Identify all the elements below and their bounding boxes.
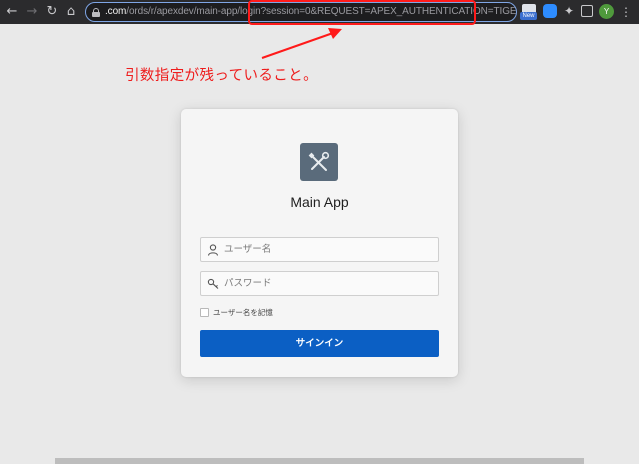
forward-icon[interactable]: → [24, 3, 40, 21]
url-highlight-box [248, 0, 476, 25]
username-field[interactable] [200, 237, 439, 262]
reload-icon[interactable]: ↻ [44, 3, 60, 21]
lock-icon[interactable] [92, 8, 100, 17]
extension-icon[interactable]: New [520, 4, 537, 20]
remember-checkbox[interactable] [200, 308, 209, 317]
new-badge: New [520, 12, 537, 20]
menu-icon[interactable]: ⋮ [620, 4, 632, 20]
profile-avatar[interactable]: Y [599, 4, 614, 19]
url-host: .com [105, 6, 127, 17]
login-card: Main App ユーザー名を記憶 サインイン [181, 109, 458, 377]
wrench-screwdriver-icon [300, 143, 338, 181]
back-icon[interactable]: ← [4, 3, 20, 21]
horizontal-scrollbar[interactable] [55, 458, 584, 464]
remember-label[interactable]: ユーザー名を記憶 [213, 307, 273, 318]
puzzle-icon[interactable]: ✦ [562, 4, 576, 18]
key-icon [207, 278, 219, 289]
username-input[interactable] [224, 238, 434, 261]
user-icon [207, 244, 219, 256]
annotation-note: 引数指定が残っていること。 [125, 68, 318, 84]
password-input[interactable] [224, 272, 434, 295]
signin-button[interactable]: サインイン [200, 330, 439, 357]
password-field[interactable] [200, 271, 439, 296]
sidebar-icon[interactable] [581, 5, 593, 17]
app-title: Main App [290, 194, 349, 210]
home-icon[interactable]: ⌂ [63, 3, 79, 21]
zoom-extension-icon[interactable] [543, 4, 557, 18]
